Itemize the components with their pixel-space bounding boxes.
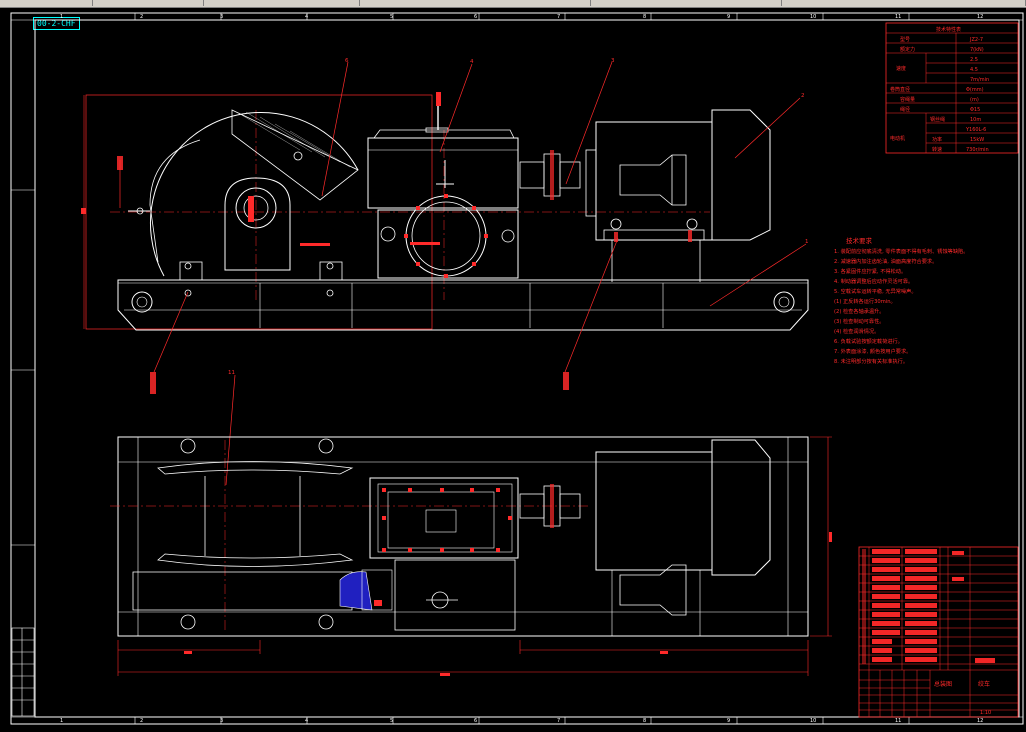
motor — [595, 121, 713, 241]
title-block-name: 总装图 — [934, 680, 952, 688]
tech-req-line: 8. 未注明部分按有关标准执行。 — [834, 357, 908, 365]
balloon-3: 3 — [611, 58, 615, 64]
dimension-values — [184, 532, 832, 676]
spec-cell: 7(kN) — [970, 47, 984, 53]
inner-frame — [34, 19, 1020, 718]
small-balloon-marks — [117, 156, 569, 394]
balloon-6: 6 — [345, 58, 349, 64]
spec-cell: 功率 — [932, 136, 942, 143]
drum-flange — [157, 461, 354, 475]
border-number: 7 — [557, 718, 560, 724]
spec-cell: 730r/min — [966, 147, 989, 153]
tech-req-line: (1) 正反转各运行30min。 — [834, 297, 896, 305]
tech-req-line: 1. 装配前应彻底清洗, 零件表面不得有毛刺、锈蚀等缺陷。 — [834, 247, 968, 255]
plan-motor — [595, 451, 713, 571]
spec-cell: 7m/min — [970, 77, 989, 83]
border-number: 4 — [305, 718, 308, 724]
border-number: 3 — [220, 14, 223, 20]
gearbox — [367, 137, 519, 209]
border-number: 2 — [140, 14, 143, 20]
spec-cell: 转速 — [932, 146, 942, 153]
base-frame — [117, 279, 809, 331]
tech-req-line: 4. 制动器调整后应动作灵活可靠。 — [834, 277, 913, 285]
tech-req-line: (4) 检查润滑情况。 — [834, 327, 879, 335]
tech-req-line: (2) 检查各轴承温升。 — [834, 307, 885, 315]
border-number: 4 — [305, 14, 308, 20]
border-number: 11 — [895, 14, 901, 20]
leader-lines — [119, 61, 807, 486]
coupling — [519, 161, 545, 189]
tech-req-line: (3) 检查制动可靠性。 — [834, 317, 885, 325]
spec-table-title: 技术特性表 — [936, 26, 961, 33]
border-number: 10 — [810, 718, 816, 724]
border-number: 12 — [977, 718, 983, 724]
spec-cell: 绳径 — [900, 106, 910, 113]
tech-req-line: 3. 各紧固件应拧紧, 不得松动。 — [834, 267, 906, 275]
border-numbers-bottom: 1 2 3 4 5 6 7 8 9 10 11 12 — [60, 718, 983, 724]
tech-req-line: 7. 外表面涂漆, 颜色按用户要求。 — [834, 347, 911, 355]
border-number: 6 — [474, 14, 477, 20]
title-block-drawing-title: 绞车 — [978, 680, 990, 688]
title-block-scale: 1:10 — [980, 710, 991, 716]
spec-cell: 额定力 — [900, 46, 915, 53]
border-numbers-top: 1 2 3 4 5 6 7 8 9 10 11 12 — [60, 14, 983, 20]
border-number: 1 — [60, 718, 63, 724]
tech-req-line: 6. 负载试验按额定载荷进行。 — [834, 337, 903, 345]
spec-cell: Y160L-6 — [965, 127, 986, 133]
spec-cell: (m) — [970, 97, 979, 103]
elevation-view — [81, 92, 809, 331]
spec-cell: 型号 — [900, 36, 910, 43]
border-number: 8 — [643, 14, 646, 20]
balloon-4: 4 — [470, 59, 474, 65]
spec-cell: Φ15 — [970, 107, 980, 113]
technical-requirements: 技术要求 1. 装配前应彻底清洗, 零件表面不得有毛刺、锈蚀等缺陷。 2. 减速… — [834, 236, 968, 365]
spec-cell: 速度 — [896, 65, 906, 72]
border-number: 5 — [390, 14, 393, 20]
parts-list-entries — [862, 549, 995, 664]
tech-req-line: 2. 减速器内加注齿轮油, 油面高度符合要求。 — [834, 257, 937, 265]
border-number: 9 — [727, 14, 730, 20]
balloon-2: 2 — [801, 93, 805, 99]
spec-cell: 电动机 — [890, 135, 905, 142]
spec-cell: Φ(mm) — [966, 87, 984, 93]
border-zone-ticks — [11, 13, 910, 724]
spec-cell: 10m — [970, 117, 981, 123]
border-number: 8 — [643, 718, 646, 724]
border-number: 7 — [557, 14, 560, 20]
spec-cell: JZ2-7 — [969, 37, 983, 43]
border-number: 2 — [140, 718, 143, 724]
plan-view — [110, 436, 809, 637]
border-number: 12 — [977, 14, 983, 20]
cad-drawing-canvas[interactable]: 1 2 3 4 5 6 7 8 9 10 11 12 1 2 3 4 5 6 7… — [0, 0, 1026, 732]
border-number: 1 — [60, 14, 63, 20]
tech-req-title: 技术要求 — [846, 236, 873, 245]
border-number: 10 — [810, 14, 816, 20]
left-margin-table — [11, 627, 35, 717]
border-number: 3 — [220, 718, 223, 724]
tech-req-line: 5. 空载试车运转平稳, 无异常噪声。 — [834, 287, 917, 295]
spec-cell: 4.5 — [970, 67, 978, 73]
border-number: 9 — [727, 718, 730, 724]
spec-table: 技术特性表 型号 JZ2-7 额定力 7(kN) 速度 2.5 4.5 7m/m… — [885, 22, 1019, 154]
border-number: 6 — [474, 718, 477, 724]
balloon-1: 1 — [805, 239, 809, 245]
spec-cell: 容绳量 — [900, 96, 915, 103]
spec-cell: 卷筒直径 — [890, 86, 910, 93]
balloon-11: 11 — [228, 370, 235, 376]
plan-base-frame — [117, 436, 809, 637]
bearing-stand — [224, 177, 291, 271]
outer-frame — [10, 12, 1024, 725]
spec-cell: 2.5 — [970, 57, 978, 63]
spec-cell: 15kW — [970, 137, 984, 143]
spec-cell: 钢丝绳 — [930, 116, 945, 123]
border-number: 5 — [390, 718, 393, 724]
hatch-section — [339, 571, 373, 611]
title-block: 总装图 绞车 1:10 — [858, 546, 1019, 718]
border-number: 11 — [895, 718, 901, 724]
